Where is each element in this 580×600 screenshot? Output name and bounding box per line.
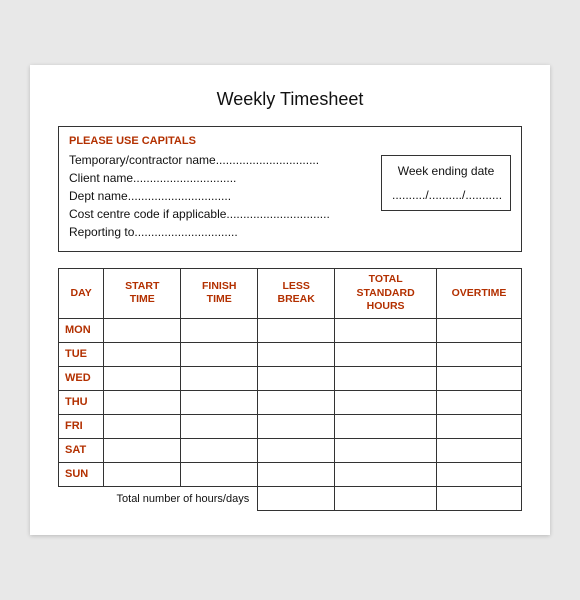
week-ending-label: Week ending date <box>392 164 500 178</box>
table-row: TUE <box>59 342 522 366</box>
total-label: Total number of hours/days <box>59 486 258 510</box>
entry-cell[interactable] <box>181 342 258 366</box>
week-ending-value: ........../........../........... <box>392 188 500 202</box>
field-temp-name: Temporary/contractor name...............… <box>69 153 369 167</box>
field-reporting: Reporting to............................… <box>69 225 369 239</box>
entry-cell[interactable] <box>335 390 437 414</box>
entry-cell[interactable] <box>258 462 335 486</box>
entry-cell[interactable] <box>181 366 258 390</box>
entry-cell[interactable] <box>335 462 437 486</box>
entry-cell[interactable] <box>258 318 335 342</box>
page: Weekly Timesheet PLEASE USE CAPITALS Tem… <box>30 65 550 535</box>
header-day: DAY <box>59 269 104 319</box>
entry-cell[interactable] <box>437 318 522 342</box>
table-row: MON <box>59 318 522 342</box>
entry-cell[interactable] <box>258 438 335 462</box>
info-box: PLEASE USE CAPITALS Temporary/contractor… <box>58 126 522 252</box>
entry-cell[interactable] <box>335 438 437 462</box>
header-start: STARTTIME <box>104 269 181 319</box>
entry-cell[interactable] <box>181 462 258 486</box>
day-cell-mon: MON <box>59 318 104 342</box>
entry-cell[interactable] <box>104 342 181 366</box>
field-cost-centre: Cost centre code if applicable..........… <box>69 207 369 221</box>
entry-cell[interactable] <box>437 414 522 438</box>
entry-cell[interactable] <box>104 462 181 486</box>
entry-cell[interactable] <box>437 462 522 486</box>
entry-cell[interactable] <box>335 414 437 438</box>
entry-cell[interactable] <box>437 366 522 390</box>
entry-cell[interactable] <box>181 390 258 414</box>
field-dept-name: Dept name............................... <box>69 189 369 203</box>
entry-cell[interactable] <box>104 414 181 438</box>
table-row: WED <box>59 366 522 390</box>
table-row: FRI <box>59 414 522 438</box>
day-cell-sun: SUN <box>59 462 104 486</box>
entry-cell[interactable] <box>258 366 335 390</box>
entry-cell[interactable] <box>335 318 437 342</box>
entry-cell[interactable] <box>437 438 522 462</box>
total-less-break[interactable] <box>258 486 335 510</box>
timesheet-table: DAY STARTTIME FINISHTIME LESSBREAK TOTAL… <box>58 268 522 511</box>
entry-cell[interactable] <box>437 342 522 366</box>
entry-cell[interactable] <box>104 366 181 390</box>
entry-cell[interactable] <box>181 318 258 342</box>
table-row: SUN <box>59 462 522 486</box>
entry-cell[interactable] <box>335 366 437 390</box>
header-less: LESSBREAK <box>258 269 335 319</box>
total-row: Total number of hours/days <box>59 486 522 510</box>
header-overtime: OVERTIME <box>437 269 522 319</box>
info-fields: PLEASE USE CAPITALS Temporary/contractor… <box>69 135 369 243</box>
entry-cell[interactable] <box>258 342 335 366</box>
entry-cell[interactable] <box>181 438 258 462</box>
header-finish: FINISHTIME <box>181 269 258 319</box>
entry-cell[interactable] <box>181 414 258 438</box>
day-cell-thu: THU <box>59 390 104 414</box>
page-title: Weekly Timesheet <box>58 89 522 110</box>
entry-cell[interactable] <box>335 342 437 366</box>
day-cell-tue: TUE <box>59 342 104 366</box>
entry-cell[interactable] <box>258 414 335 438</box>
entry-cell[interactable] <box>104 390 181 414</box>
capitals-note: PLEASE USE CAPITALS <box>69 135 369 147</box>
entry-cell[interactable] <box>104 438 181 462</box>
week-ending-box: Week ending date ........../........../.… <box>381 155 511 211</box>
day-cell-fri: FRI <box>59 414 104 438</box>
header-total: TOTALSTANDARDHOURS <box>335 269 437 319</box>
total-overtime[interactable] <box>437 486 522 510</box>
day-cell-wed: WED <box>59 366 104 390</box>
entry-cell[interactable] <box>104 318 181 342</box>
table-header-row: DAY STARTTIME FINISHTIME LESSBREAK TOTAL… <box>59 269 522 319</box>
total-standard-hours[interactable] <box>335 486 437 510</box>
field-client-name: Client name.............................… <box>69 171 369 185</box>
table-row: THU <box>59 390 522 414</box>
entry-cell[interactable] <box>437 390 522 414</box>
table-row: SAT <box>59 438 522 462</box>
day-cell-sat: SAT <box>59 438 104 462</box>
entry-cell[interactable] <box>258 390 335 414</box>
